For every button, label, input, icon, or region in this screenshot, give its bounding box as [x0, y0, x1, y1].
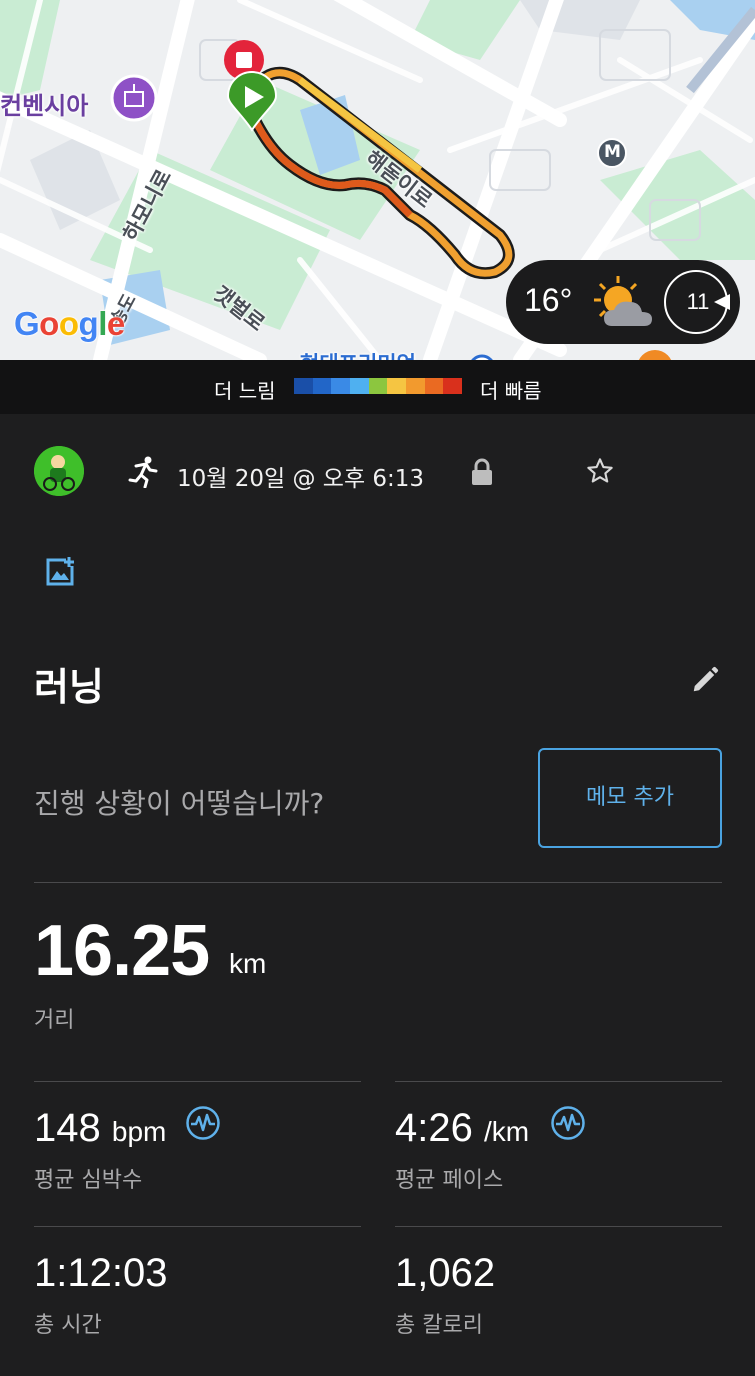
running-icon	[128, 456, 158, 488]
star-icon[interactable]	[586, 457, 614, 485]
divider	[395, 1081, 722, 1082]
pace-zone-icon[interactable]	[550, 1105, 586, 1141]
pace-unit: /km	[483, 1116, 530, 1147]
heart-rate-stat: 148 bpm	[34, 1106, 166, 1151]
distance-label: 거리	[34, 1008, 75, 1033]
activity-title: 러닝	[34, 665, 104, 709]
weather-widget[interactable]: 16° 11	[506, 260, 740, 344]
pencil-icon[interactable]	[690, 665, 720, 695]
pace-color-swatch-0	[294, 378, 313, 394]
wind-indicator: 11	[664, 270, 730, 334]
pace-stat: 4:26 /km	[395, 1106, 529, 1151]
pace-color-swatch-3	[350, 378, 369, 394]
pace-label: 평균 페이스	[395, 1168, 504, 1193]
google-logo: Google	[14, 305, 125, 342]
total-time-value: 1:12:03	[34, 1251, 168, 1295]
divider	[34, 1226, 361, 1227]
route-map[interactable]: 컨벤시아 해돋이로 하모니로 갯벌로 송도 현대프리미엄 M Google 16…	[0, 0, 755, 360]
divider	[34, 882, 722, 883]
pace-color-swatch-7	[424, 378, 444, 394]
partly-sunny-icon	[594, 276, 652, 326]
heart-rate-label: 평균 심박수	[34, 1168, 143, 1193]
map-poi-label[interactable]: 컨벤시아	[0, 86, 88, 121]
pace-color-swatch-8	[443, 378, 463, 394]
distance-unit: km	[229, 948, 267, 979]
map-bottom-label: 현대프리미엄	[300, 348, 416, 360]
divider	[34, 1081, 361, 1082]
lock-icon[interactable]	[470, 457, 494, 487]
heart-rate-value: 148	[34, 1106, 101, 1150]
wind-direction-icon	[714, 294, 730, 310]
pace-value: 4:26	[395, 1106, 473, 1150]
heart-rate-zone-icon[interactable]	[185, 1105, 221, 1141]
legend-slow-label: 더 느림	[214, 379, 276, 403]
calories-label: 총 칼로리	[395, 1313, 483, 1338]
legend-fast-label: 더 빠름	[480, 379, 542, 403]
pace-color-swatch-4	[368, 378, 388, 394]
calories-value: 1,062	[395, 1251, 496, 1295]
metro-icon[interactable]: M	[604, 142, 621, 162]
weather-temperature: 16°	[524, 282, 573, 318]
total-time-label: 총 시간	[34, 1313, 102, 1338]
heart-rate-unit: bpm	[111, 1116, 167, 1147]
pace-color-swatch-2	[331, 378, 351, 394]
add-photo-icon[interactable]	[44, 556, 76, 588]
progress-prompt: 진행 상황이 어떻습니까?	[34, 787, 325, 820]
pace-color-swatch-6	[406, 378, 425, 394]
add-memo-button[interactable]: 메모 추가	[538, 748, 722, 848]
pace-color-swatch-1	[312, 378, 332, 394]
pace-legend: 더 느림 더 빠름	[0, 360, 755, 414]
distance-value: 16.25	[34, 911, 210, 991]
avatar[interactable]	[34, 446, 84, 496]
pace-color-scale	[294, 378, 463, 394]
activity-date: 10월 20일 @ 오후 6:13	[177, 466, 425, 492]
pace-color-swatch-5	[387, 378, 407, 394]
divider	[395, 1226, 722, 1227]
